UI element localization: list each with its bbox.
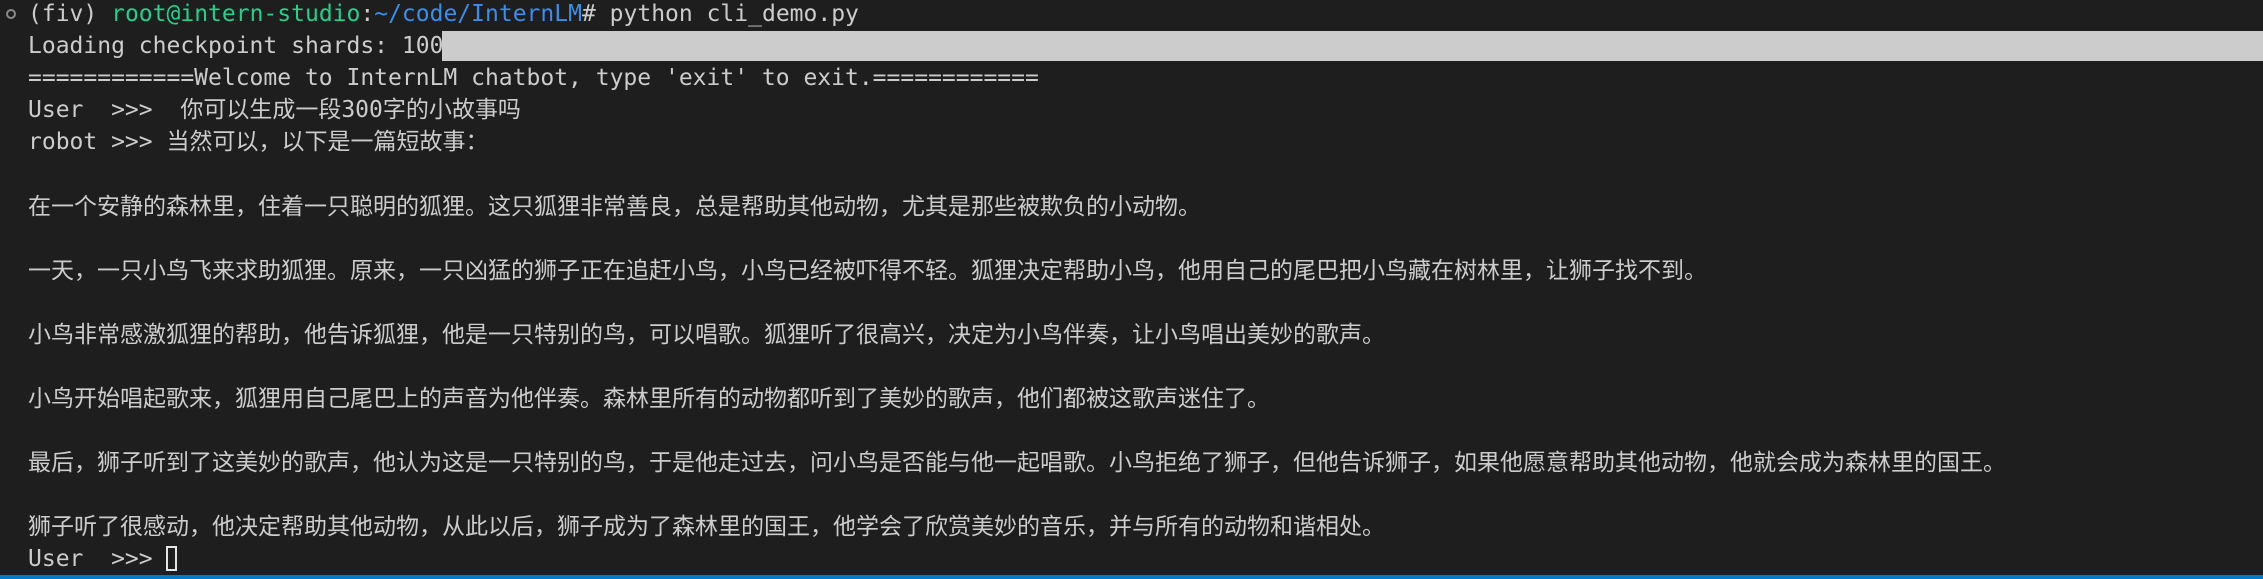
prompt-separator: : (360, 1, 375, 27)
robot-label: robot >>> (28, 129, 153, 155)
loading-progress-fill (442, 31, 2263, 61)
final-user-label: User >>> (28, 546, 153, 572)
command-text: python cli_demo.py (609, 1, 859, 27)
input-prompt-line[interactable]: User >>> (28, 543, 178, 575)
story-paragraph: 最后，狮子听到了这美妙的歌声，他认为这是一只特别的鸟，于是他走过去，问小鸟是否能… (28, 450, 2006, 476)
prompt-symbol: # (581, 1, 596, 27)
story-paragraph: 在一个安静的森林里，住着一只聪明的狐狸。这只狐狸非常善良，总是帮助其他动物，尤其… (28, 194, 1201, 220)
loading-line: Loading checkpoint shards: 100%| (28, 33, 472, 59)
robot-intro: 当然可以，以下是一篇短故事： (166, 129, 489, 155)
robot-reply-line: robot >>> 当然可以，以下是一篇短故事： (28, 126, 488, 158)
story-paragraph: 小鸟开始唱起歌来，狐狸用自己尾巴上的声音为他伴奏。森林里所有的动物都听到了美妙的… (28, 386, 1270, 412)
story-paragraph: 狮子听了很感动，他决定帮助其他动物，从此以后，狮子成为了森林里的国王，他学会了欣… (28, 514, 1385, 540)
command-status-circle-icon (6, 9, 16, 19)
current-path: ~/code/InternLM (374, 1, 582, 27)
user-message: 你可以生成一段300字的小故事吗 (180, 97, 521, 123)
conda-env: (fiv) (28, 1, 98, 27)
loading-progress-bar (442, 31, 2263, 61)
terminal-bottom-border (0, 575, 2263, 579)
welcome-banner: ============Welcome to InternLM chatbot,… (28, 65, 1039, 91)
command-prompt-line: (fiv) root@intern-studio:~/code/InternLM… (28, 0, 859, 30)
terminal-window[interactable]: (fiv) root@intern-studio:~/code/InternLM… (0, 0, 2263, 575)
user-message-line: User >>> 你可以生成一段300字的小故事吗 (28, 94, 521, 126)
story-paragraph: 小鸟非常感激狐狸的帮助，他告诉狐狸，他是一只特别的鸟，可以唱歌。狐狸听了很高兴，… (28, 322, 1385, 348)
user-label: User >>> (28, 97, 153, 123)
story-paragraph: 一天，一只小鸟飞来求助狐狸。原来，一只凶猛的狮子正在追赶小鸟，小鸟已经被吓得不轻… (28, 258, 1707, 284)
user-host: root@intern-studio (111, 1, 361, 27)
text-cursor (166, 546, 178, 571)
